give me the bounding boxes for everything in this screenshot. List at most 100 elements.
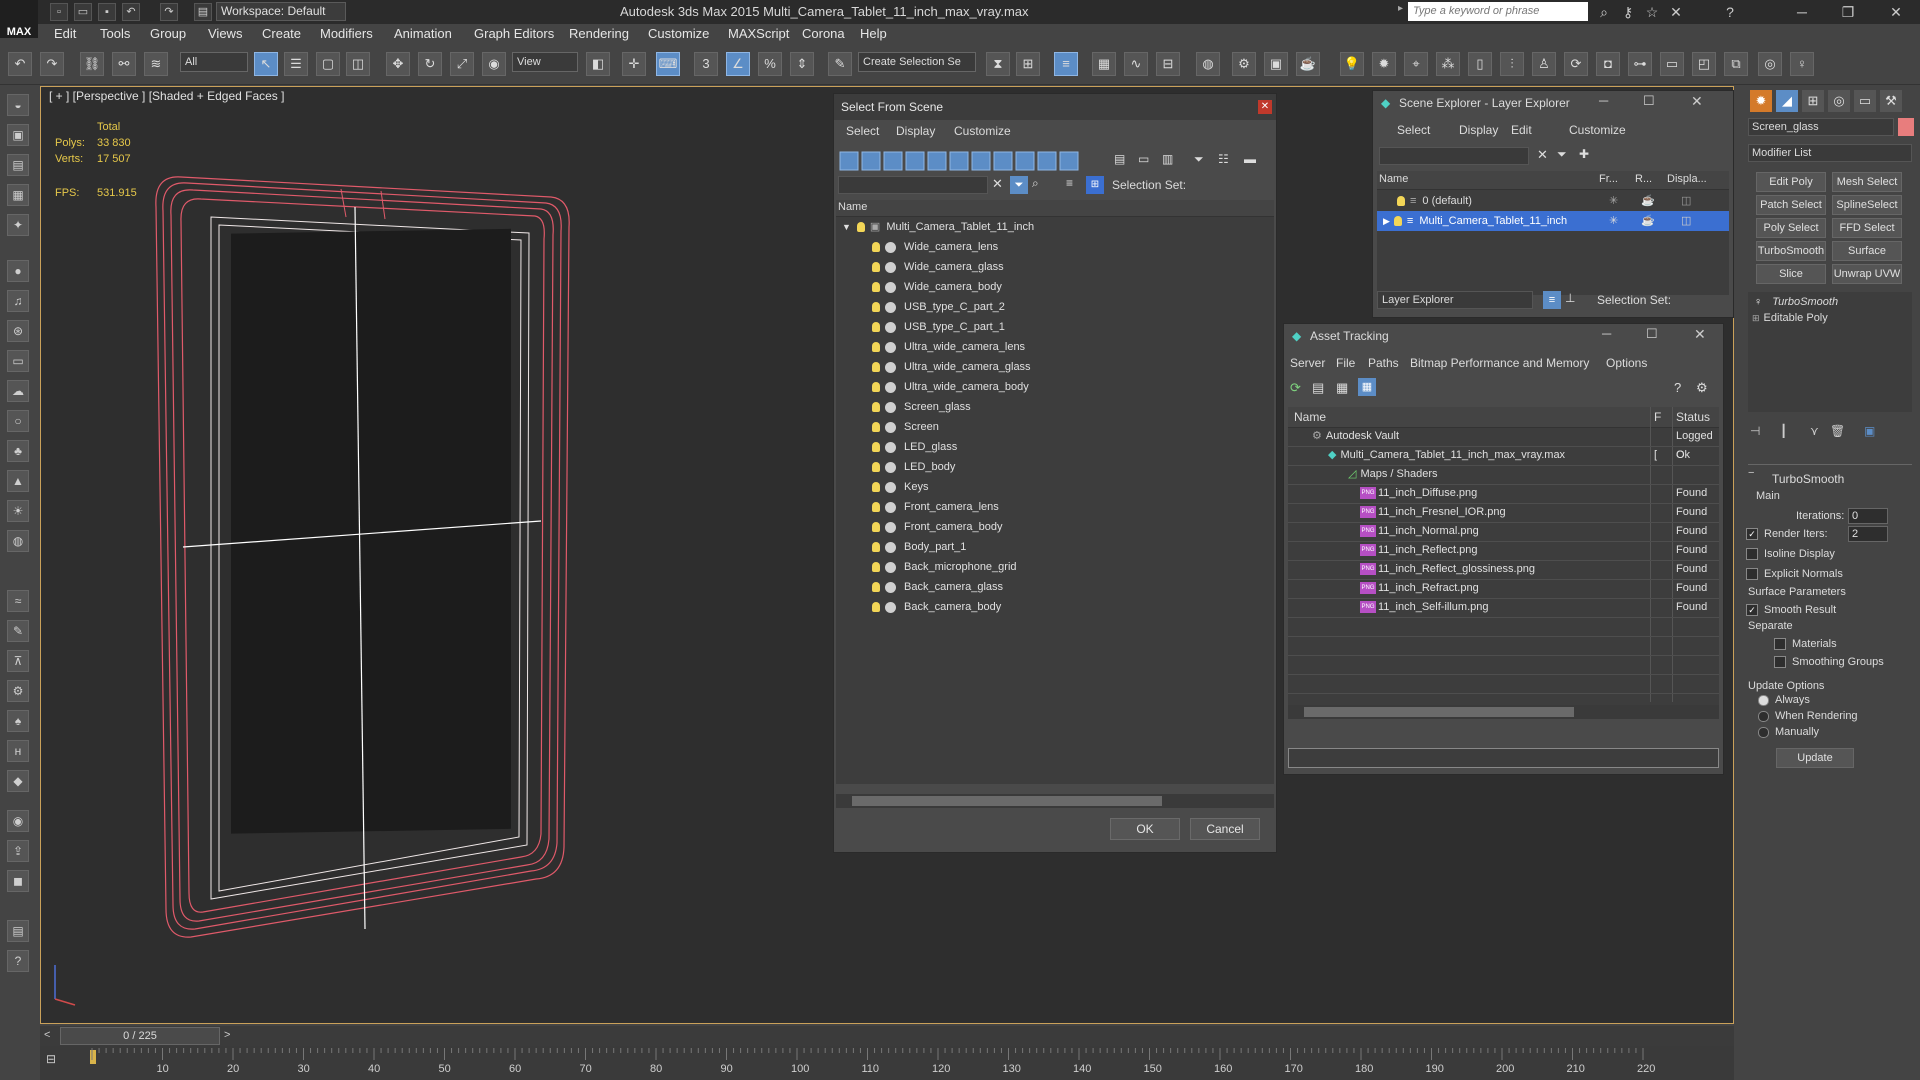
rock-icon[interactable]: ◆ bbox=[7, 770, 29, 792]
menu-help[interactable]: Help bbox=[860, 26, 887, 41]
lightbulb-icon[interactable] bbox=[856, 222, 865, 233]
rendered-frame-window-icon[interactable]: ▣ bbox=[1264, 52, 1288, 76]
filter-active-icon[interactable]: ⏷ bbox=[1010, 176, 1028, 194]
layer-row[interactable]: ≡ 0 (default) ✳ ☕ ◫ bbox=[1377, 191, 1729, 211]
frame-buffer-icon[interactable]: ◘ bbox=[1596, 52, 1620, 76]
cone-icon[interactable]: ▲ bbox=[7, 470, 29, 492]
horizontal-scrollbar[interactable] bbox=[1288, 705, 1719, 719]
list-view-icon[interactable]: ▤ bbox=[1312, 380, 1324, 396]
box-icon[interactable]: ▭ bbox=[7, 350, 29, 372]
freeze-icon[interactable]: ✳ bbox=[1609, 191, 1618, 211]
close-icon[interactable]: ✕ bbox=[1694, 326, 1706, 343]
menu-edit[interactable]: Edit bbox=[1511, 123, 1532, 137]
align-icon[interactable]: ⊞ bbox=[1016, 52, 1040, 76]
named-selection-set-dropdown[interactable]: Create Selection Se bbox=[858, 52, 976, 72]
freeze-icon[interactable]: ✳ bbox=[1609, 211, 1618, 231]
frame-counter[interactable]: 0 / 225 bbox=[60, 1027, 220, 1045]
filter-icon[interactable]: ⏷ bbox=[1557, 147, 1567, 162]
surface-select-button[interactable]: Surface Select bbox=[1832, 241, 1902, 275]
make-unique-icon[interactable]: ⋎ bbox=[1810, 424, 1819, 438]
list-item[interactable]: Back_camera_glass bbox=[872, 577, 1310, 597]
scale-icon[interactable]: ⤢ bbox=[450, 52, 474, 76]
mesh-select-button[interactable]: Mesh Select bbox=[1832, 172, 1902, 192]
lightbulb-icon[interactable] bbox=[872, 462, 880, 473]
layers-icon[interactable]: ≡ bbox=[1066, 176, 1073, 190]
restore-icon[interactable]: ❐ bbox=[1838, 2, 1858, 22]
search-input[interactable] bbox=[838, 176, 988, 194]
scrollbar-thumb[interactable] bbox=[1304, 707, 1574, 717]
app-logo-icon[interactable]: MAX bbox=[0, 0, 38, 38]
list-item[interactable]: Screen_glass bbox=[872, 397, 1310, 417]
table-row[interactable]: ◆ Multi_Camera_Tablet_11_inch_max_vray.ma… bbox=[1288, 446, 1719, 466]
close-icon[interactable]: ✕ bbox=[1886, 2, 1906, 22]
menu-edit[interactable]: Edit bbox=[54, 26, 76, 41]
show-end-result-icon[interactable]: ┃ bbox=[1780, 424, 1787, 438]
redo-icon[interactable]: ↷ bbox=[160, 3, 178, 21]
connect-icon[interactable]: ⫶ bbox=[1500, 52, 1524, 76]
table-row[interactable]: PNG 11_inch_Fresnel_IOR.png Found bbox=[1288, 503, 1719, 523]
book-icon[interactable]: ▯ bbox=[1468, 52, 1492, 76]
display-icon[interactable]: ◫ bbox=[1681, 191, 1691, 211]
list-item[interactable]: Wide_camera_body bbox=[872, 277, 1310, 297]
unwrap-uvw-button[interactable]: Unwrap UVW bbox=[1832, 264, 1902, 284]
minimize-icon[interactable]: ─ bbox=[1792, 2, 1812, 22]
when-rendering-radio[interactable]: When Rendering bbox=[1758, 710, 1858, 722]
menu-customize[interactable]: Customize bbox=[954, 124, 1011, 138]
lightbulb-icon[interactable] bbox=[872, 562, 880, 573]
column-f[interactable]: F bbox=[1654, 410, 1661, 424]
tripod-icon[interactable]: ⊼ bbox=[7, 650, 29, 672]
menu-tools[interactable]: Tools bbox=[100, 26, 130, 41]
next-frame-icon[interactable]: > bbox=[224, 1029, 230, 1041]
object-color-swatch[interactable] bbox=[1898, 118, 1914, 136]
unlink-icon[interactable]: ⚯ bbox=[112, 52, 136, 76]
column-name[interactable]: Name bbox=[838, 201, 867, 213]
sphere-icon[interactable]: ● bbox=[7, 260, 29, 282]
lightbulb-icon[interactable] bbox=[872, 322, 880, 333]
list-item[interactable]: USB_type_C_part_2 bbox=[872, 297, 1310, 317]
layer-manager-icon[interactable]: ≡ bbox=[1054, 52, 1078, 76]
hierarchy-tab-icon[interactable]: ⊞ bbox=[1802, 90, 1824, 112]
render-setup-icon[interactable]: ⚙ bbox=[1232, 52, 1256, 76]
smoothing-groups-checkbox[interactable]: Smoothing Groups bbox=[1774, 656, 1884, 669]
schematic-view-icon[interactable]: ⊟ bbox=[1156, 52, 1180, 76]
place-icon[interactable]: ◉ bbox=[482, 52, 506, 76]
sun-icon[interactable]: ☀ bbox=[7, 500, 29, 522]
list-item[interactable]: LED_glass bbox=[872, 437, 1310, 457]
always-radio[interactable]: Always bbox=[1758, 694, 1810, 706]
clear-search-icon[interactable]: ✕ bbox=[1537, 147, 1548, 163]
table-row[interactable]: PNG 11_inch_Normal.png Found bbox=[1288, 522, 1719, 542]
audio-icon[interactable]: ♫ bbox=[7, 290, 29, 312]
select-all-icon[interactable]: ▤ bbox=[1114, 152, 1130, 168]
cloud-icon[interactable]: ☁ bbox=[7, 380, 29, 402]
checkbox-checked-icon[interactable]: ✓ bbox=[1746, 604, 1758, 617]
angle-snap-icon[interactable]: ∠ bbox=[726, 52, 750, 76]
column-name[interactable]: Name bbox=[1294, 410, 1326, 424]
menu-animation[interactable]: Animation bbox=[394, 26, 452, 41]
modify-tab-icon[interactable]: ◢ bbox=[1776, 90, 1798, 112]
iterations-spinner[interactable]: 0 bbox=[1848, 508, 1888, 524]
radio-icon[interactable] bbox=[1758, 710, 1769, 722]
gear-icon[interactable]: ⚙ bbox=[7, 680, 29, 702]
undo-icon[interactable]: ↶ bbox=[8, 52, 32, 76]
list-item[interactable]: Back_microphone_grid bbox=[872, 557, 1310, 577]
menu-server[interactable]: Server bbox=[1290, 356, 1325, 370]
mirror-icon[interactable]: ⧗ bbox=[986, 52, 1010, 76]
project-folder-icon[interactable]: ▤ bbox=[194, 3, 212, 21]
export-icon[interactable]: ⇪ bbox=[7, 840, 29, 862]
close-icon[interactable]: ✕ bbox=[1258, 100, 1272, 114]
display-tab-icon[interactable]: ▭ bbox=[1854, 90, 1876, 112]
particle-icon[interactable]: ⁂ bbox=[1436, 52, 1460, 76]
render-icon[interactable]: ☕ bbox=[1641, 191, 1655, 211]
expand-arrow-icon[interactable]: ▶ bbox=[1383, 216, 1390, 226]
menu-customize[interactable]: Customize bbox=[1569, 123, 1626, 137]
checkbox-icon[interactable] bbox=[1746, 568, 1758, 581]
utilities-tab-icon[interactable]: ⚒ bbox=[1880, 90, 1902, 112]
poly-select-button[interactable]: Poly Select bbox=[1756, 218, 1826, 238]
thumbnail-view-icon[interactable]: ▦ bbox=[1336, 380, 1348, 396]
checkbox-icon[interactable] bbox=[1774, 656, 1786, 669]
prev-frame-icon[interactable]: < bbox=[44, 1029, 50, 1041]
menu-bitmap-performance[interactable]: Bitmap Performance and Memory bbox=[1410, 356, 1589, 370]
update-button[interactable]: Update bbox=[1776, 748, 1854, 768]
save-file-icon[interactable]: ▪ bbox=[98, 3, 116, 21]
lightbulb-icon[interactable] bbox=[872, 542, 880, 553]
